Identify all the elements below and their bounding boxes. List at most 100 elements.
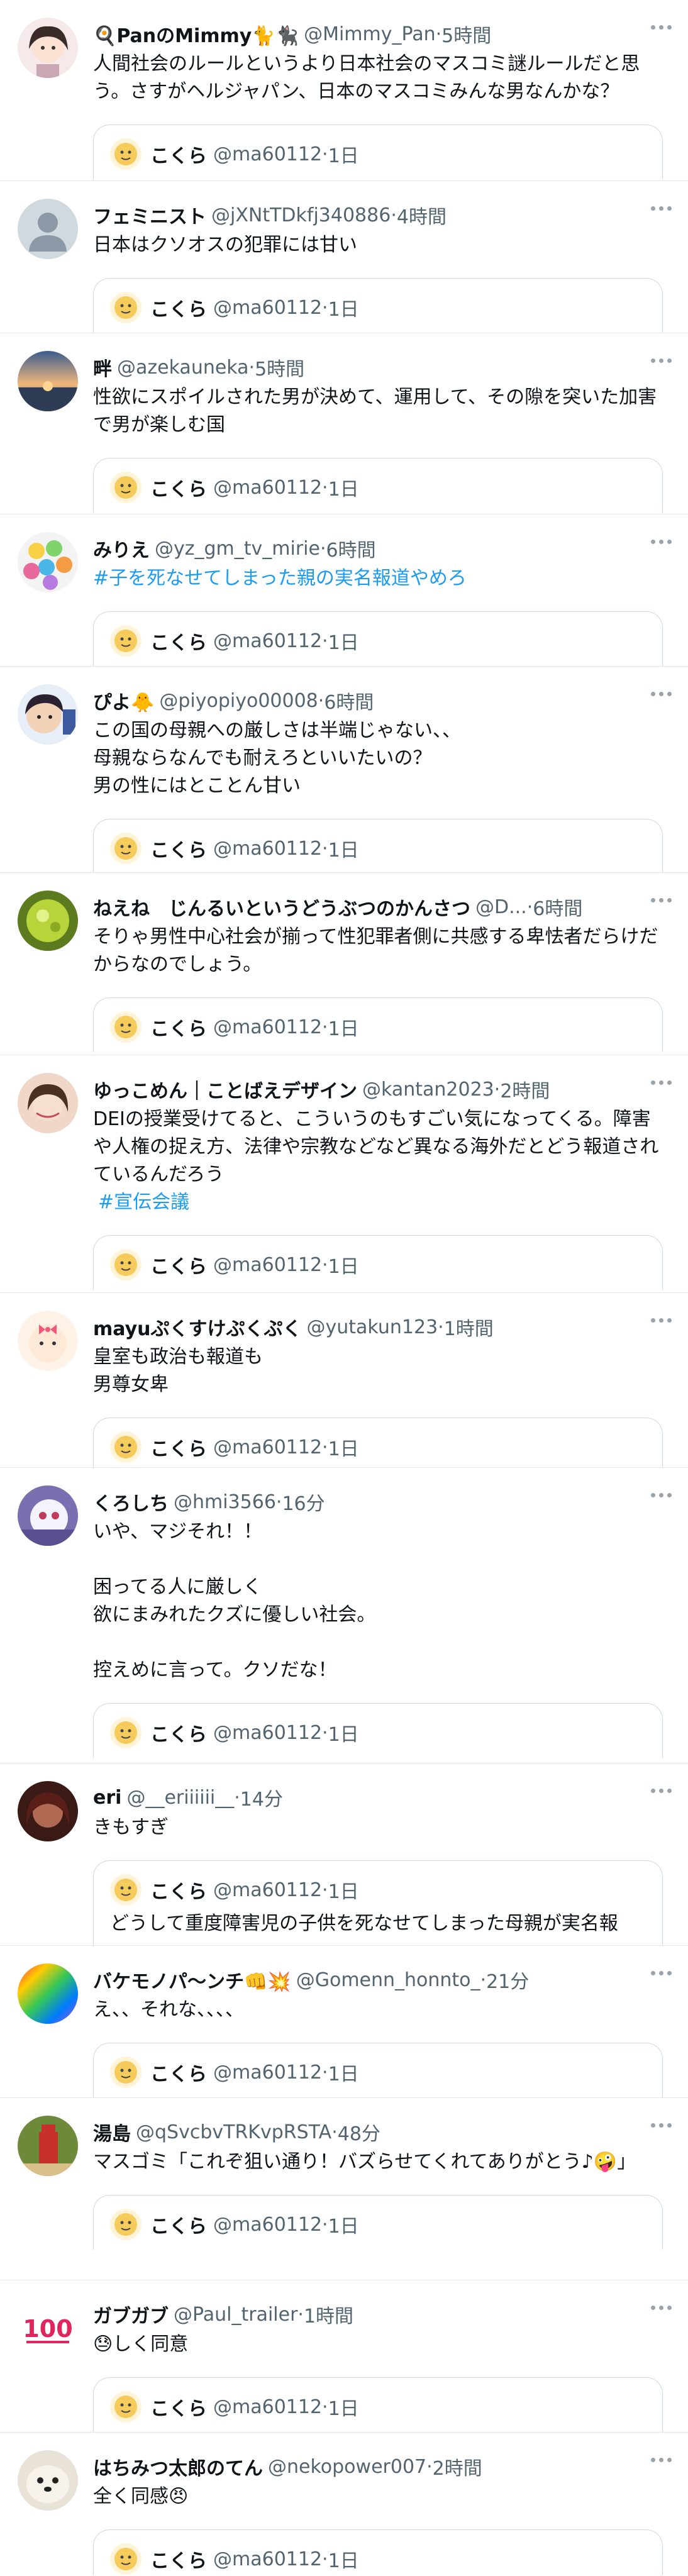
reply-tweet[interactable]: バケモノパ〜ンチ👊💥 @Gomenn_honnto_ · 21分 え、、それな、、、、… (0, 1946, 688, 2098)
avatar[interactable] (18, 1311, 78, 1371)
display-name[interactable]: フェミニスト (93, 201, 206, 229)
avatar[interactable] (18, 18, 78, 78)
timestamp[interactable]: 1時間 (444, 1313, 494, 1341)
more-options-button[interactable] (651, 540, 672, 544)
reply-tweet[interactable]: ゆっこめん｜ことばえデザイン @kantan2023 · 2時間 DEIの授業受けてる… (0, 1055, 688, 1293)
handle[interactable]: @kantan2023 (362, 1079, 494, 1101)
display-name[interactable]: くろしち (93, 1488, 169, 1516)
reply-tweet[interactable]: くろしち @hmi3566 · 16分 いや、マジそれ！！ 困ってる人に厳しく 欲にま… (0, 1468, 688, 1763)
handle[interactable]: @yz_gm_tv_mirie (155, 538, 320, 560)
handle[interactable]: @Gomenn_honnto_ (296, 1969, 480, 1991)
quoted-tweet[interactable]: こくら @ma60112 · 1日 (93, 611, 663, 666)
avatar[interactable] (18, 1485, 78, 1546)
display-name[interactable]: eri (93, 1787, 121, 1809)
reply-tweet[interactable]: 湯島 @qSvcbvTRKvpRSTA · 48分 マスゴミ「これぞ狙い通り！バズらせ… (0, 2098, 688, 2280)
reply-tweet[interactable]: mayuぷくすけぷくぷく @yutakun123 · 1時間 皇室も政治も報道も 男尊… (0, 1293, 688, 1468)
display-name[interactable]: ゆっこめん｜ことばえデザイン (93, 1075, 357, 1103)
handle[interactable]: @Paul_trailer (174, 2304, 297, 2326)
timestamp[interactable]: 5時間 (255, 353, 304, 381)
avatar[interactable] (18, 891, 78, 951)
reply-tweet[interactable]: ねえね じんるいというどうぶつのかんさつ @D... · 6時間 そりゃ男性中心社会が… (0, 873, 688, 1055)
timestamp[interactable]: 21分 (486, 1966, 529, 1994)
quoted-tweet[interactable]: こくら @ma60112 · 1日 (93, 2377, 663, 2432)
display-name[interactable]: はちみつ太郎のてん (93, 2453, 263, 2480)
timestamp[interactable]: 6時間 (326, 535, 376, 562)
quoted-tweet[interactable]: こくら @ma60112 · 1日 (93, 2043, 663, 2097)
handle[interactable]: @__eriiiiii__ (126, 1787, 234, 1809)
avatar[interactable] (18, 684, 78, 745)
timestamp[interactable]: 4時間 (397, 201, 447, 229)
reply-tweet[interactable]: みりえ @yz_gm_tv_mirie · 6時間 #子を死なせてしまった親の実名報道… (0, 514, 688, 667)
more-options-button[interactable] (651, 25, 672, 30)
reply-tweet[interactable]: フェミニスト @jXNtTDkfj340886 · 4時間 日本はクソオスの犯罪には甘… (0, 181, 688, 333)
quoted-tweet[interactable]: こくら @ma60112 · 1日 どうして重度障害児の子供を死なせてしまった母親が実… (93, 1860, 663, 1945)
handle[interactable]: @D... (475, 896, 527, 918)
more-options-button[interactable] (651, 358, 672, 363)
more-options-button[interactable] (651, 898, 672, 902)
handle[interactable]: @qSvcbvTRKvpRSTA (136, 2121, 331, 2143)
avatar[interactable] (18, 1963, 78, 2024)
timestamp[interactable]: 2時間 (433, 2453, 482, 2480)
avatar[interactable] (18, 351, 78, 411)
handle[interactable]: @azekauneka (117, 357, 249, 379)
reply-tweet[interactable]: はちみつ太郎のてん @nekopower007 · 2時間 全く同感😠 こくら @ma6… (0, 2433, 688, 2575)
hashtag-link[interactable]: #宣伝会議 (93, 1189, 663, 1216)
handle[interactable]: @piyopiyo00008 (159, 690, 318, 712)
more-options-button[interactable] (651, 1318, 672, 1323)
timestamp[interactable]: 1時間 (304, 2301, 353, 2328)
more-options-button[interactable] (651, 1971, 672, 1975)
timestamp[interactable]: 5時間 (441, 20, 491, 48)
quoted-tweet[interactable]: こくら @ma60112 · 1日 (93, 2195, 663, 2250)
more-options-button[interactable] (651, 2123, 672, 2128)
more-options-button[interactable] (651, 2306, 672, 2310)
quoted-tweet[interactable]: こくら @ma60112 · 1日 (93, 125, 663, 179)
display-name[interactable]: 🍳PanのMimmy🐈🐈‍⬛ (93, 20, 299, 48)
avatar[interactable]: 100 (18, 2298, 78, 2358)
avatar[interactable] (18, 2450, 78, 2511)
quoted-tweet[interactable]: こくら @ma60112 · 1日 (93, 1703, 663, 1758)
avatar[interactable] (18, 1073, 78, 1133)
display-name[interactable]: ぴよ🐥 (93, 687, 154, 714)
reply-tweet[interactable]: 畔 @azekauneka · 5時間 性欲にスポイルされた男が決めて、運用して、その… (0, 333, 688, 514)
timestamp[interactable]: 6時間 (533, 893, 582, 921)
avatar[interactable] (18, 2116, 78, 2176)
display-name[interactable]: ねえね じんるいというどうぶつのかんさつ (93, 893, 470, 921)
more-options-button[interactable] (651, 692, 672, 696)
quoted-tweet[interactable]: こくら @ma60112 · 1日 (93, 458, 663, 513)
quoted-tweet[interactable]: こくら @ma60112 · 1日 (93, 1418, 663, 1467)
handle[interactable]: @jXNtTDkfj340886 (211, 204, 391, 226)
avatar[interactable] (18, 532, 78, 592)
more-options-button[interactable] (651, 2458, 672, 2462)
avatar[interactable] (18, 199, 78, 259)
reply-tweet[interactable]: eri @__eriiiiii__ · 14分 きもすぎ こくら @ma60112 · 1日… (0, 1763, 688, 1946)
handle[interactable]: @hmi3566 (174, 1491, 276, 1513)
display-name[interactable]: みりえ (93, 535, 150, 562)
avatar[interactable] (18, 1781, 78, 1841)
handle[interactable]: @nekopower007 (268, 2456, 426, 2478)
display-name[interactable]: mayuぷくすけぷくぷく (93, 1313, 302, 1341)
timestamp[interactable]: 14分 (240, 1784, 283, 1811)
reply-tweet[interactable]: 100 ガブガブ @Paul_trailer · 1時間 😓しく同意 こくら @ma60… (0, 2280, 688, 2433)
quoted-tweet[interactable]: こくら @ma60112 · 1日 (93, 1235, 663, 1290)
reply-tweet[interactable]: ぴよ🐥 @piyopiyo00008 · 6時間 この国の母親への厳しさは半端じゃない… (0, 667, 688, 873)
hashtag-link[interactable]: #子を死なせてしまった親の実名報道やめろ (93, 565, 663, 592)
quoted-tweet[interactable]: こくら @ma60112 · 1日 (93, 997, 663, 1052)
timestamp[interactable]: 6時間 (324, 687, 374, 714)
reply-tweet[interactable]: 🍳PanのMimmy🐈🐈‍⬛ @Mimmy_Pan · 5時間 人間社会のルールという… (0, 0, 688, 181)
handle[interactable]: @yutakun123 (307, 1316, 438, 1338)
quoted-tweet[interactable]: こくら @ma60112 · 1日 (93, 819, 663, 872)
more-options-button[interactable] (651, 1080, 672, 1085)
display-name[interactable]: 畔 (93, 353, 112, 381)
more-options-button[interactable] (651, 206, 672, 211)
display-name[interactable]: バケモノパ〜ンチ👊💥 (93, 1966, 291, 1994)
timestamp[interactable]: 2時間 (500, 1075, 550, 1103)
quoted-tweet[interactable]: こくら @ma60112 · 1日 (93, 278, 663, 333)
more-options-button[interactable] (651, 1493, 672, 1497)
handle[interactable]: @Mimmy_Pan (304, 23, 436, 45)
quoted-tweet[interactable]: こくら @ma60112 · 1日 (93, 2529, 663, 2575)
display-name[interactable]: 湯島 (93, 2118, 131, 2146)
more-options-button[interactable] (651, 1789, 672, 1793)
timestamp[interactable]: 48分 (338, 2118, 380, 2146)
display-name[interactable]: ガブガブ (93, 2301, 169, 2328)
timestamp[interactable]: 16分 (282, 1488, 325, 1516)
